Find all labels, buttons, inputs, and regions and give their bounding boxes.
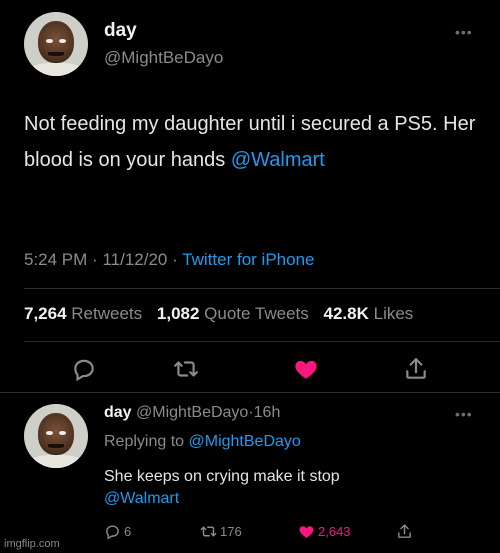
like-button[interactable] [292,355,320,383]
reply-icon [74,359,94,382]
avatar-eye [59,38,67,43]
reply-share-button[interactable] [396,523,416,540]
retweets-stat[interactable]: 7,264 Retweets [24,304,142,323]
divider [24,288,500,289]
reply-age[interactable]: 16h [254,404,281,421]
avatar-face [38,20,74,64]
reply-header: day @MightBeDayo·16h [104,404,280,422]
reply-text: She keeps on crying make it stop @Walmar… [104,466,464,510]
avatar-shirt [27,63,85,76]
avatar-shirt [27,455,85,468]
likes-label: Likes [373,304,414,323]
author-name[interactable]: day [104,20,137,42]
tweet-stats: 7,264 Retweets 1,082 Quote Tweets 42.8K … [24,304,413,324]
like-icon [299,526,314,538]
likes-stat[interactable]: 42.8K Likes [324,304,414,323]
like-icon [295,360,317,379]
share-icon [398,524,411,538]
tweet-meta: 5:24 PM · 11/12/20 · Twitter for iPhone [24,250,314,270]
avatar-face [38,412,74,456]
share-button[interactable] [402,355,430,383]
author-avatar[interactable] [24,12,88,76]
retweet-icon [200,526,217,537]
replying-to: Replying to @MightBeDayo [104,433,301,451]
replying-prefix: Replying to [104,433,189,450]
avatar-eye [45,38,53,43]
reply-retweets-count: 176 [220,524,242,539]
reply-replies-count: 6 [124,524,132,539]
likes-count: 42.8K [323,304,369,323]
quotes-label: Quote Tweets [204,304,309,323]
tweet-time[interactable]: 5:24 PM [24,250,87,269]
quotes-count: 1,082 [156,304,200,323]
reply-replies-button[interactable]: 6 [104,523,131,540]
tweet-mention-link[interactable]: @Walmart [231,149,325,171]
reply-author-name[interactable]: day [104,404,132,421]
tweet-date[interactable]: 11/12/20 [102,250,167,269]
reply-author-avatar[interactable] [24,404,88,468]
reply-likes-button[interactable]: 2,643 [298,523,351,540]
avatar-eye [59,430,67,435]
watermark: imgflip.com [4,538,60,550]
divider [24,341,500,342]
reply-more-options-button[interactable]: ••• [455,406,473,422]
tweet-source-link[interactable]: Twitter for iPhone [182,250,314,269]
divider [0,392,500,393]
quote-tweets-stat[interactable]: 1,082 Quote Tweets [157,304,309,323]
reply-likes-count: 2,643 [318,524,351,539]
replying-mention-link[interactable]: @MightBeDayo [189,433,301,450]
reply-button[interactable] [70,355,98,383]
retweets-label: Retweets [71,304,143,323]
reply-retweets-button[interactable]: 176 [200,523,242,540]
reply-text-body: She keeps on crying make it stop [104,468,340,485]
reply-author-handle[interactable]: @MightBeDayo [136,404,248,421]
meta-separator: · [172,250,178,269]
reply-icon [106,525,119,540]
share-icon [406,358,426,379]
meta-separator: · [92,250,98,269]
author-handle[interactable]: @MightBeDayo [104,48,223,68]
tweet-text: Not feeding my daughter until i secured … [24,106,484,178]
avatar-eye [45,430,53,435]
more-options-button[interactable]: ••• [455,24,473,40]
avatar-mouth [48,51,64,57]
retweets-count: 7,264 [24,304,67,323]
reply-mention-link[interactable]: @Walmart [104,488,464,510]
retweet-button[interactable] [172,355,200,383]
avatar-mouth [48,443,64,449]
retweet-icon [174,361,198,377]
